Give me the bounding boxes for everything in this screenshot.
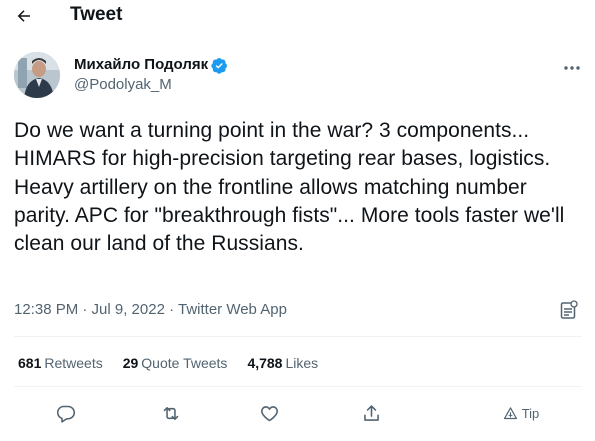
- top-bar: Tweet: [0, 0, 595, 32]
- tip-icon: [503, 406, 517, 419]
- share-icon: [363, 404, 379, 421]
- retweets-stat[interactable]: 681 Retweets: [18, 355, 103, 372]
- reply-icon: [56, 405, 75, 423]
- tweet-stats: 681 Retweets 29 Quote Tweets 4,788 Likes: [18, 355, 318, 372]
- analytics-button[interactable]: [560, 300, 578, 320]
- page-title: Tweet: [70, 4, 123, 25]
- back-button[interactable]: [10, 2, 38, 30]
- divider: [14, 336, 582, 337]
- retweets-count: 681: [18, 355, 42, 371]
- avatar[interactable]: [14, 52, 60, 98]
- arrow-left-icon: [17, 10, 30, 22]
- tweet-author: Михайло Подоляк @Podolyak_M: [14, 52, 584, 100]
- like-button[interactable]: [256, 398, 282, 428]
- heart-icon: [260, 405, 278, 421]
- tweet-timestamp[interactable]: 12:38 PM · Jul 9, 2022 · Twitter Web App: [14, 301, 287, 319]
- more-options-button[interactable]: [560, 58, 584, 78]
- analytics-icon: [560, 300, 578, 319]
- retweet-button[interactable]: [157, 398, 185, 428]
- more-dots-icon: [564, 66, 580, 70]
- quote-tweets-count: 29: [122, 355, 139, 371]
- tip-button[interactable]: Tip: [498, 398, 544, 428]
- display-name[interactable]: Михайло Подоляк: [74, 56, 228, 74]
- retweet-icon: [163, 406, 179, 420]
- divider: [14, 386, 582, 387]
- verified-badge-icon: [211, 57, 228, 74]
- tip-label: Tip: [521, 405, 540, 421]
- likes-stat[interactable]: 4,788 Likes: [247, 355, 318, 372]
- likes-label: Likes: [285, 355, 319, 371]
- avatar-image: [14, 52, 60, 98]
- quote-tweets-label: Quote Tweets: [141, 355, 228, 371]
- tweet-actions: Tip: [0, 398, 595, 428]
- quote-tweets-stat[interactable]: 29 Quote Tweets: [123, 355, 228, 372]
- reply-button[interactable]: [52, 398, 78, 428]
- user-handle[interactable]: @Podolyak_M: [74, 76, 172, 94]
- display-name-text: Михайло Подоляк: [74, 56, 209, 73]
- retweets-label: Retweets: [44, 355, 103, 371]
- tweet-text: Do we want a turning point in the war? 3…: [14, 119, 565, 256]
- likes-count: 4,788: [247, 355, 283, 371]
- share-button[interactable]: [358, 398, 384, 428]
